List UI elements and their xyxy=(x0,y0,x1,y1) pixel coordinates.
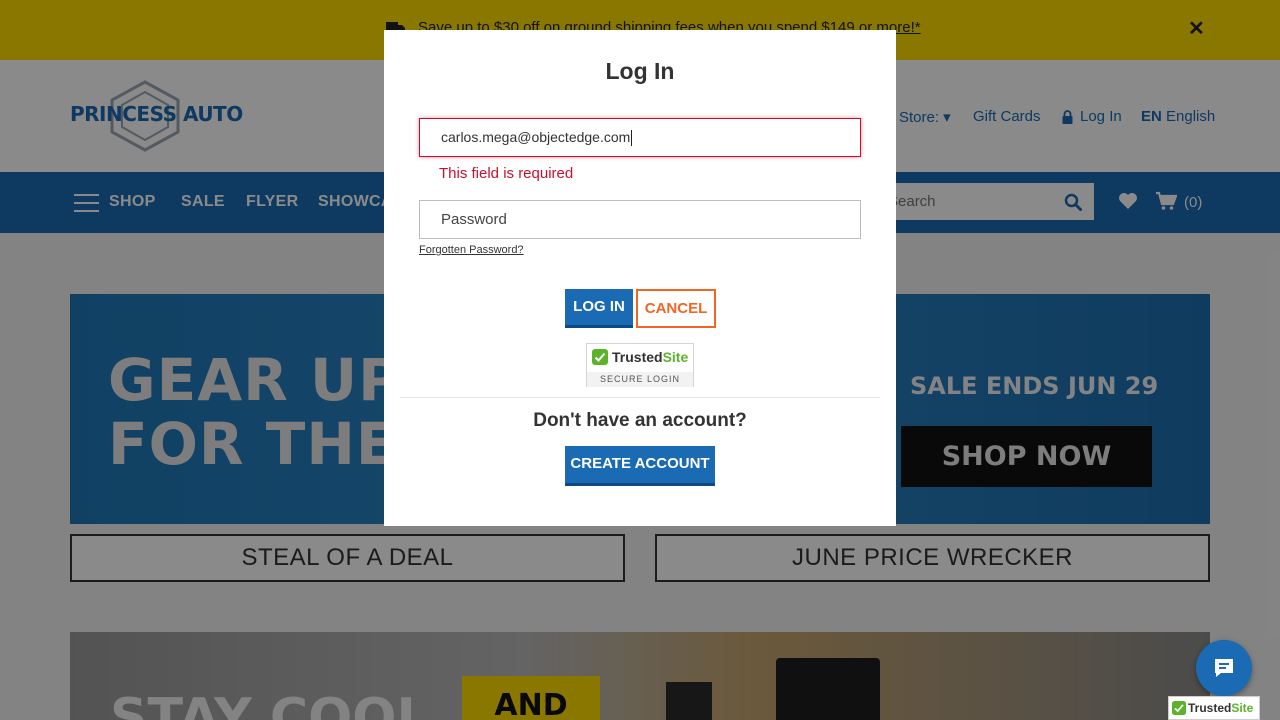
modal-divider xyxy=(400,397,880,398)
chat-icon xyxy=(1215,659,1233,677)
check-icon xyxy=(592,349,608,365)
trustedsite-subtitle: SECURE LOGIN xyxy=(587,372,693,387)
cancel-button[interactable]: CANCEL xyxy=(636,289,716,328)
trustedsite-name: TrustedSite xyxy=(612,349,689,365)
trustedsite-badge[interactable]: TrustedSite SECURE LOGIN xyxy=(586,343,694,387)
login-modal: Log In carlos.mega@objectedge.com This f… xyxy=(384,30,896,526)
email-error: This field is required xyxy=(439,165,574,182)
trustedsite-corner-badge[interactable]: TrustedSite xyxy=(1168,696,1260,720)
no-account-heading: Don't have an account? xyxy=(533,410,747,431)
password-field[interactable] xyxy=(419,200,861,239)
create-account-button[interactable]: CREATE ACCOUNT xyxy=(565,446,715,486)
email-value: carlos.mega@objectedge.com xyxy=(441,129,631,145)
login-button[interactable]: LOG IN xyxy=(565,289,633,328)
check-icon xyxy=(1172,701,1186,715)
text-caret xyxy=(631,130,633,147)
email-field[interactable]: carlos.mega@objectedge.com xyxy=(419,118,861,157)
chat-button[interactable] xyxy=(1196,640,1252,696)
forgot-password-link[interactable]: Forgotten Password? xyxy=(419,244,524,256)
modal-title: Log In xyxy=(605,58,675,84)
trustedsite-corner-name: TrustedSite xyxy=(1188,701,1254,715)
